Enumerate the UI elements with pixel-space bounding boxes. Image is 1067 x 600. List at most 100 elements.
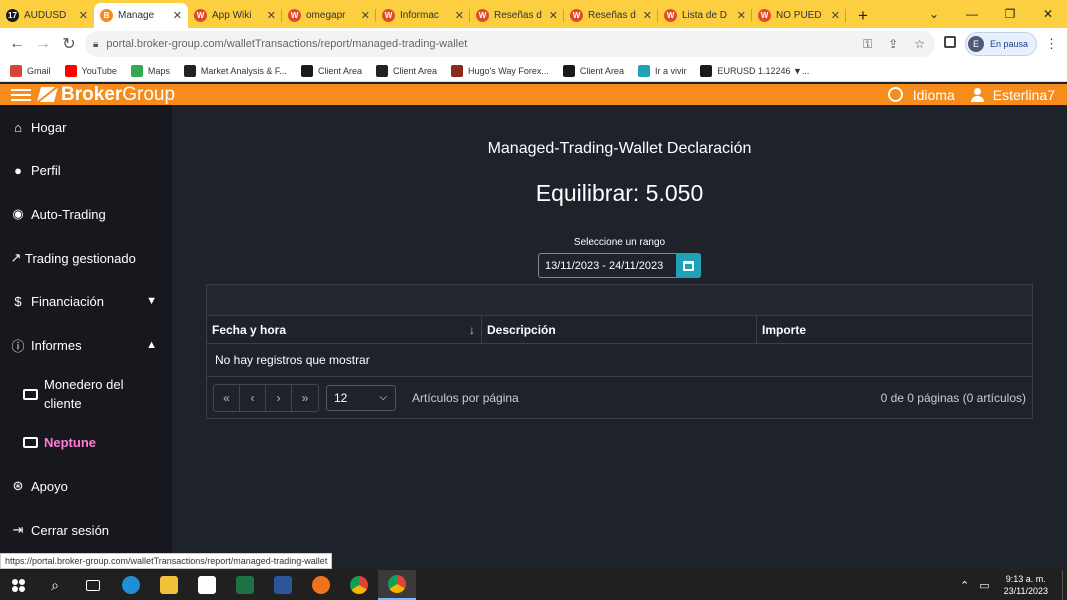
side-panel-icon[interactable] xyxy=(944,36,956,48)
sidebar-item-informes[interactable]: ⓘ Informes ▲ xyxy=(10,337,165,354)
task-view-button[interactable] xyxy=(74,570,112,600)
edge-button[interactable] xyxy=(112,570,150,600)
bookmark-label: Client Area xyxy=(392,65,437,76)
close-tab-icon[interactable]: ✕ xyxy=(361,9,370,22)
chart-app-button[interactable] xyxy=(302,570,340,600)
page-size-select[interactable]: 12 ⌵ xyxy=(326,384,396,411)
calendar-icon xyxy=(683,260,694,271)
globe-icon[interactable] xyxy=(887,87,903,102)
search-button[interactable]: ⌕ xyxy=(36,570,74,600)
tab-title: App Wiki xyxy=(212,10,252,21)
bookmark-item[interactable]: Market Analysis & F... xyxy=(183,64,287,77)
close-tab-icon[interactable]: ✕ xyxy=(455,9,464,22)
app-topbar: Broker Group Idioma Esterlina7 xyxy=(0,84,1067,105)
close-tab-icon[interactable]: ✕ xyxy=(643,9,652,22)
page-size-label: Artículos por página xyxy=(412,390,519,405)
bookmark-item[interactable]: Client Area xyxy=(300,64,362,77)
bookmark-item[interactable]: Ir a vivir xyxy=(637,64,686,77)
sort-arrow-icon[interactable]: ↓ xyxy=(469,323,475,337)
close-tab-icon[interactable]: ✕ xyxy=(79,9,88,22)
sidebar-subitem-label: Neptune xyxy=(44,435,96,450)
share-icon[interactable]: ⇪ xyxy=(888,37,898,52)
user-menu[interactable]: Esterlina7 xyxy=(993,87,1055,103)
browser-tab[interactable]: W Informac ✕ xyxy=(376,3,470,28)
edge-icon xyxy=(122,576,140,594)
column-header-fecha[interactable]: Fecha y hora ↓ xyxy=(207,316,482,344)
next-page-button[interactable]: › xyxy=(266,384,292,411)
browser-tab[interactable]: W App Wiki ✕ xyxy=(188,3,282,28)
excel-button[interactable] xyxy=(226,570,264,600)
file-explorer-button[interactable] xyxy=(150,570,188,600)
sidebar-item-auto-trading[interactable]: ◉ Auto-Trading xyxy=(10,206,165,222)
wallet-icon xyxy=(23,437,38,448)
restore-button[interactable]: ❐ xyxy=(991,0,1029,28)
tab-search-icon[interactable]: ⌄ xyxy=(915,0,953,28)
bookmark-label: Client Area xyxy=(579,65,624,76)
bookmark-label: Market Analysis & F... xyxy=(200,65,287,76)
close-window-button[interactable]: ✕ xyxy=(1029,0,1067,28)
sidebar-item-perfil[interactable]: ● Perfil xyxy=(10,162,165,178)
sidebar-item-hogar[interactable]: ⌂ Hogar xyxy=(10,119,165,135)
column-header-descripcion[interactable]: Descripción xyxy=(482,316,757,344)
prev-page-button[interactable]: ‹ xyxy=(240,384,266,411)
hamburger-icon[interactable] xyxy=(11,88,31,101)
bookmark-item[interactable]: Maps xyxy=(130,64,170,77)
chrome-profile-button[interactable] xyxy=(378,570,416,600)
word-button[interactable] xyxy=(264,570,302,600)
browser-tab[interactable]: W Reseñas d ✕ xyxy=(470,3,564,28)
browser-tab[interactable]: 17 AUDUSD ✕ xyxy=(0,3,94,28)
show-desktop-button[interactable] xyxy=(1062,570,1063,600)
notification-chat-icon[interactable]: ▭ xyxy=(979,579,989,592)
sidebar-item-trading-gestionado[interactable]: ↗ Trading gestionado xyxy=(10,250,165,266)
browser-tab[interactable]: W Lista de D ✕ xyxy=(658,3,752,28)
brokergroup-logo[interactable]: Broker Group xyxy=(36,84,175,106)
close-tab-icon[interactable]: ✕ xyxy=(737,9,746,22)
sidebar-subitem-neptune[interactable]: Neptune xyxy=(23,435,96,450)
browser-tab[interactable]: B Manage ✕ xyxy=(94,3,188,28)
close-tab-icon[interactable]: ✕ xyxy=(549,9,558,22)
bookmark-item[interactable]: Gmail xyxy=(10,64,51,77)
chrome-button[interactable] xyxy=(340,570,378,600)
sidebar-item-label: Perfil xyxy=(31,162,61,178)
column-header-importe[interactable]: Importe xyxy=(757,316,1032,344)
store-button[interactable] xyxy=(188,570,226,600)
close-tab-icon[interactable]: ✕ xyxy=(267,9,276,22)
sidebar-item-label: Informes xyxy=(31,337,82,353)
browser-tab[interactable]: W Reseñas d ✕ xyxy=(564,3,658,28)
close-tab-icon[interactable]: ✕ xyxy=(831,9,840,22)
bookmark-item[interactable]: Client Area xyxy=(375,64,437,77)
bookmark-item[interactable]: EURUSD 1.12246 ▼... xyxy=(700,64,809,77)
browser-tab[interactable]: Womegapr ✕ xyxy=(282,3,376,28)
bookmark-item[interactable]: YouTube xyxy=(64,64,117,77)
range-label: Seleccione un rango xyxy=(573,237,666,248)
reload-button[interactable]: ↻ xyxy=(56,34,82,54)
close-tab-icon[interactable]: ✕ xyxy=(173,9,182,22)
back-button[interactable]: ← xyxy=(4,35,30,53)
chevron-up-icon[interactable]: ⌃ xyxy=(960,579,969,592)
language-menu[interactable]: Idioma xyxy=(913,87,955,103)
sidebar-item-financiacion[interactable]: $ Financiación ▼ xyxy=(10,293,165,309)
date-range-input[interactable]: 13/11/2023 - 24/11/2023 xyxy=(538,253,701,278)
profile-button[interactable]: E En pausa xyxy=(965,32,1037,56)
sidebar-item-cerrar-sesion[interactable]: ⇥ Cerrar sesión xyxy=(10,522,165,538)
browser-tab[interactable]: W NO PUED ✕ xyxy=(752,3,846,28)
bookmark-item[interactable]: Client Area xyxy=(562,64,624,77)
bookmark-item[interactable]: Hugo's Way Forex... xyxy=(451,64,549,77)
clock[interactable]: 9:13 a. m. 23/11/2023 xyxy=(1004,573,1048,597)
sidebar-subitem-monedero[interactable]: Monedero del cliente xyxy=(23,375,144,413)
key-icon[interactable]: ⚿ xyxy=(863,37,872,52)
omnibox[interactable]: 🔒︎ portal.broker-group.com/walletTransac… xyxy=(85,31,935,57)
calendar-button[interactable] xyxy=(676,253,701,278)
bookmark-star-icon[interactable]: ☆ xyxy=(914,37,925,52)
support-icon: ⊛ xyxy=(12,478,24,493)
grid-group-panel xyxy=(207,285,1032,316)
forward-button[interactable]: → xyxy=(30,35,56,53)
grid-header-row: Fecha y hora ↓ Descripción Importe xyxy=(207,316,1032,344)
last-page-button[interactable]: » xyxy=(292,385,318,411)
minimize-button[interactable]: — xyxy=(953,0,991,28)
first-page-button[interactable]: « xyxy=(214,384,240,411)
sidebar-item-apoyo[interactable]: ⊛ Apoyo xyxy=(10,478,165,494)
new-tab-button[interactable]: + xyxy=(846,3,880,28)
start-button[interactable] xyxy=(0,570,36,600)
browser-menu-icon[interactable]: ⋮ xyxy=(1045,36,1058,52)
